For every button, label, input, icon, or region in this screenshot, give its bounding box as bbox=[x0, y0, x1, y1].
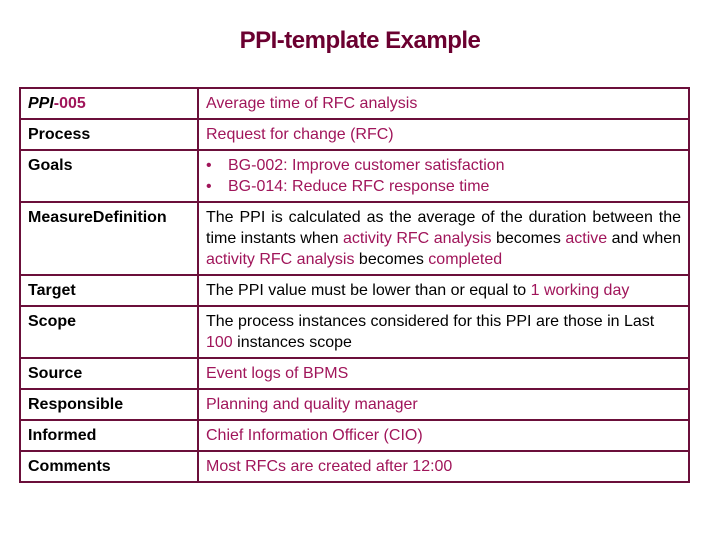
table-row-target: Target The PPI value must be lower than … bbox=[19, 274, 690, 307]
row-label-process: Process bbox=[19, 118, 199, 151]
page-title: PPI-template Example bbox=[239, 27, 481, 54]
row-value-scope: The process instances considered for thi… bbox=[197, 305, 690, 359]
row-label-goals: Goals bbox=[19, 149, 199, 203]
table-row-source: Source Event logs of BPMS bbox=[19, 357, 690, 390]
scope-count: 100 bbox=[206, 334, 233, 351]
row-value-responsible: Planning and quality manager bbox=[197, 388, 690, 421]
definition-state-active: active bbox=[565, 230, 608, 247]
row-label-scope: Scope bbox=[19, 305, 199, 359]
row-label-target: Target bbox=[19, 274, 199, 307]
row-value-process: Request for change (RFC) bbox=[197, 118, 690, 151]
definition-activity: activity RFC analysis bbox=[343, 230, 492, 247]
goals-list: • BG-002: Improve customer satisfaction •… bbox=[206, 155, 681, 197]
ppi-label-prefix: PPI bbox=[28, 95, 54, 112]
table-row-measure-definition: MeasureDefinition The PPI is calculated … bbox=[19, 201, 690, 276]
row-label-ppi-id: PPI-005 bbox=[19, 87, 199, 120]
scope-text: The process instances considered for thi… bbox=[206, 313, 655, 330]
table-row-ppi-id: PPI-005 Average time of RFC analysis bbox=[19, 87, 690, 120]
row-label-measure-definition: MeasureDefinition bbox=[19, 201, 199, 276]
target-threshold: 1 working day bbox=[530, 282, 630, 299]
row-value-source: Event logs of BPMS bbox=[197, 357, 690, 390]
row-label-source: Source bbox=[19, 357, 199, 390]
ppi-label-number: -005 bbox=[53, 95, 86, 112]
goal-text: BG-002: Improve customer satisfaction bbox=[228, 157, 505, 174]
bullet-icon: • bbox=[206, 178, 212, 195]
row-value-informed: Chief Information Officer (CIO) bbox=[197, 419, 690, 452]
table-row-informed: Informed Chief Information Officer (CIO) bbox=[19, 419, 690, 452]
definition-activity: activity RFC analysis bbox=[206, 251, 355, 268]
row-label-comments: Comments bbox=[19, 450, 199, 483]
goal-text: BG-014: Reduce RFC response time bbox=[228, 178, 490, 195]
definition-state-completed: completed bbox=[428, 251, 503, 268]
table-row-scope: Scope The process instances considered f… bbox=[19, 305, 690, 359]
row-value-measure-definition: The PPI is calculated as the average of … bbox=[197, 201, 690, 276]
row-label-informed: Informed bbox=[19, 419, 199, 452]
row-label-responsible: Responsible bbox=[19, 388, 199, 421]
definition-text: becomes bbox=[491, 230, 566, 247]
goal-item: • BG-002: Improve customer satisfaction bbox=[206, 155, 681, 176]
table-row-comments: Comments Most RFCs are created after 12:… bbox=[19, 450, 690, 483]
row-value-goals: • BG-002: Improve customer satisfaction •… bbox=[197, 149, 690, 203]
definition-text: becomes bbox=[354, 251, 429, 268]
row-value-comments: Most RFCs are created after 12:00 bbox=[197, 450, 690, 483]
target-text: The PPI value must be lower than or equa… bbox=[206, 282, 531, 299]
goal-item: • BG-014: Reduce RFC response time bbox=[206, 176, 681, 197]
ppi-template-table: PPI-005 Average time of RFC analysis Pro… bbox=[19, 87, 690, 483]
row-value-target: The PPI value must be lower than or equa… bbox=[197, 274, 690, 307]
table-row-goals: Goals • BG-002: Improve customer satisfac… bbox=[19, 149, 690, 203]
definition-text: and when bbox=[607, 230, 682, 247]
row-value-ppi-name: Average time of RFC analysis bbox=[197, 87, 690, 120]
table-row-process: Process Request for change (RFC) bbox=[19, 118, 690, 151]
scope-text: instances scope bbox=[232, 334, 352, 351]
bullet-icon: • bbox=[206, 157, 212, 174]
table-row-responsible: Responsible Planning and quality manager bbox=[19, 388, 690, 421]
